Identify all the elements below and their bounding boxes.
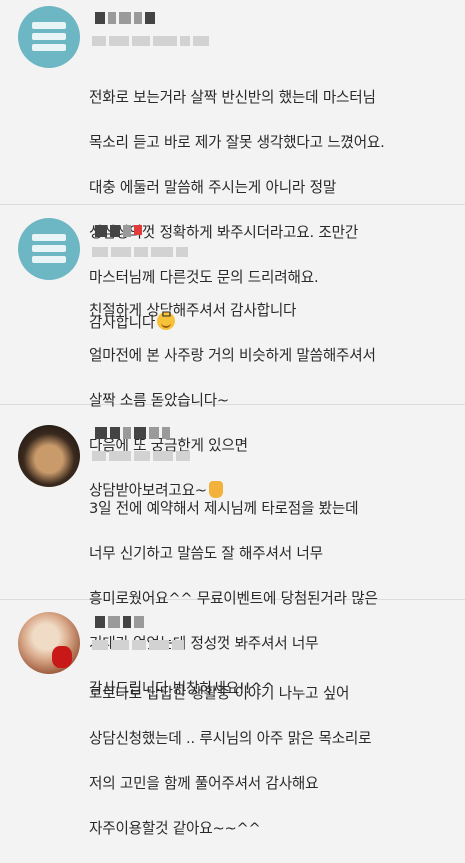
review-line: 3일 전에 예약해서 제시님께 타로점을 봤는데 bbox=[89, 499, 359, 517]
review-line: 대충 에둘러 말씀해 주시는게 아니라 정말 bbox=[89, 178, 337, 196]
review-item: 3일 전에 예약해서 제시님께 타로점을 봤는데 너무 신기하고 말씀도 잘 해… bbox=[0, 405, 465, 697]
reviewer-avatar bbox=[18, 425, 80, 487]
reviewer-avatar bbox=[18, 218, 80, 280]
review-line: 저의 고민을 함께 풀어주셔서 감사해요 bbox=[89, 774, 319, 792]
review-line: 전화로 보는거라 살짝 반신반의 했는데 마스터님 bbox=[89, 88, 376, 106]
reviewer-avatar bbox=[18, 612, 80, 674]
reviewer-name-blurred bbox=[95, 12, 158, 26]
review-item: 코로나로 답답한 생활중 이야기 나누고 싶어 상담신청했는데 .. 루시님의 … bbox=[0, 600, 465, 837]
review-text: 코로나로 답답한 생활중 이야기 나누고 싶어 상담신청했는데 .. 루시님의 … bbox=[89, 660, 457, 863]
review-line: 너무 신기하고 말씀도 잘 해주셔서 너무 bbox=[89, 544, 323, 562]
review-line: 자주이용할것 같아요~~^^ bbox=[89, 819, 261, 837]
review-date-blurred bbox=[92, 640, 187, 652]
review-date-blurred bbox=[92, 247, 191, 259]
review-item: 전화로 보는거라 살짝 반신반의 했는데 마스터님 목소리 듣고 바로 제가 잘… bbox=[0, 0, 465, 331]
review-item: 친절하게 상담해주셔서 감사합니다 얼마전에 본 사주랑 거의 비슷하게 말씀해… bbox=[0, 205, 465, 499]
reviewer-avatar bbox=[18, 6, 80, 68]
review-line: 코로나로 답답한 생활중 이야기 나누고 싶어 bbox=[89, 684, 350, 702]
review-date-blurred bbox=[92, 36, 212, 48]
review-line: 얼마전에 본 사주랑 거의 비슷하게 말씀해주셔서 bbox=[89, 346, 376, 364]
reviewer-name-blurred bbox=[95, 225, 145, 239]
review-line: 상담신청했는데 .. 루시님의 아주 맑은 목소리로 bbox=[89, 729, 372, 747]
reviewer-name-blurred bbox=[95, 616, 147, 630]
review-line: 친절하게 상담해주셔서 감사합니다 bbox=[89, 301, 297, 319]
review-date-blurred bbox=[92, 451, 193, 463]
review-line: 목소리 듣고 바로 제가 잘못 생각했다고 느꼈어요. bbox=[89, 133, 385, 151]
review-list: 전화로 보는거라 살짝 반신반의 했는데 마스터님 목소리 듣고 바로 제가 잘… bbox=[0, 0, 465, 837]
reviewer-name-blurred bbox=[95, 427, 173, 441]
